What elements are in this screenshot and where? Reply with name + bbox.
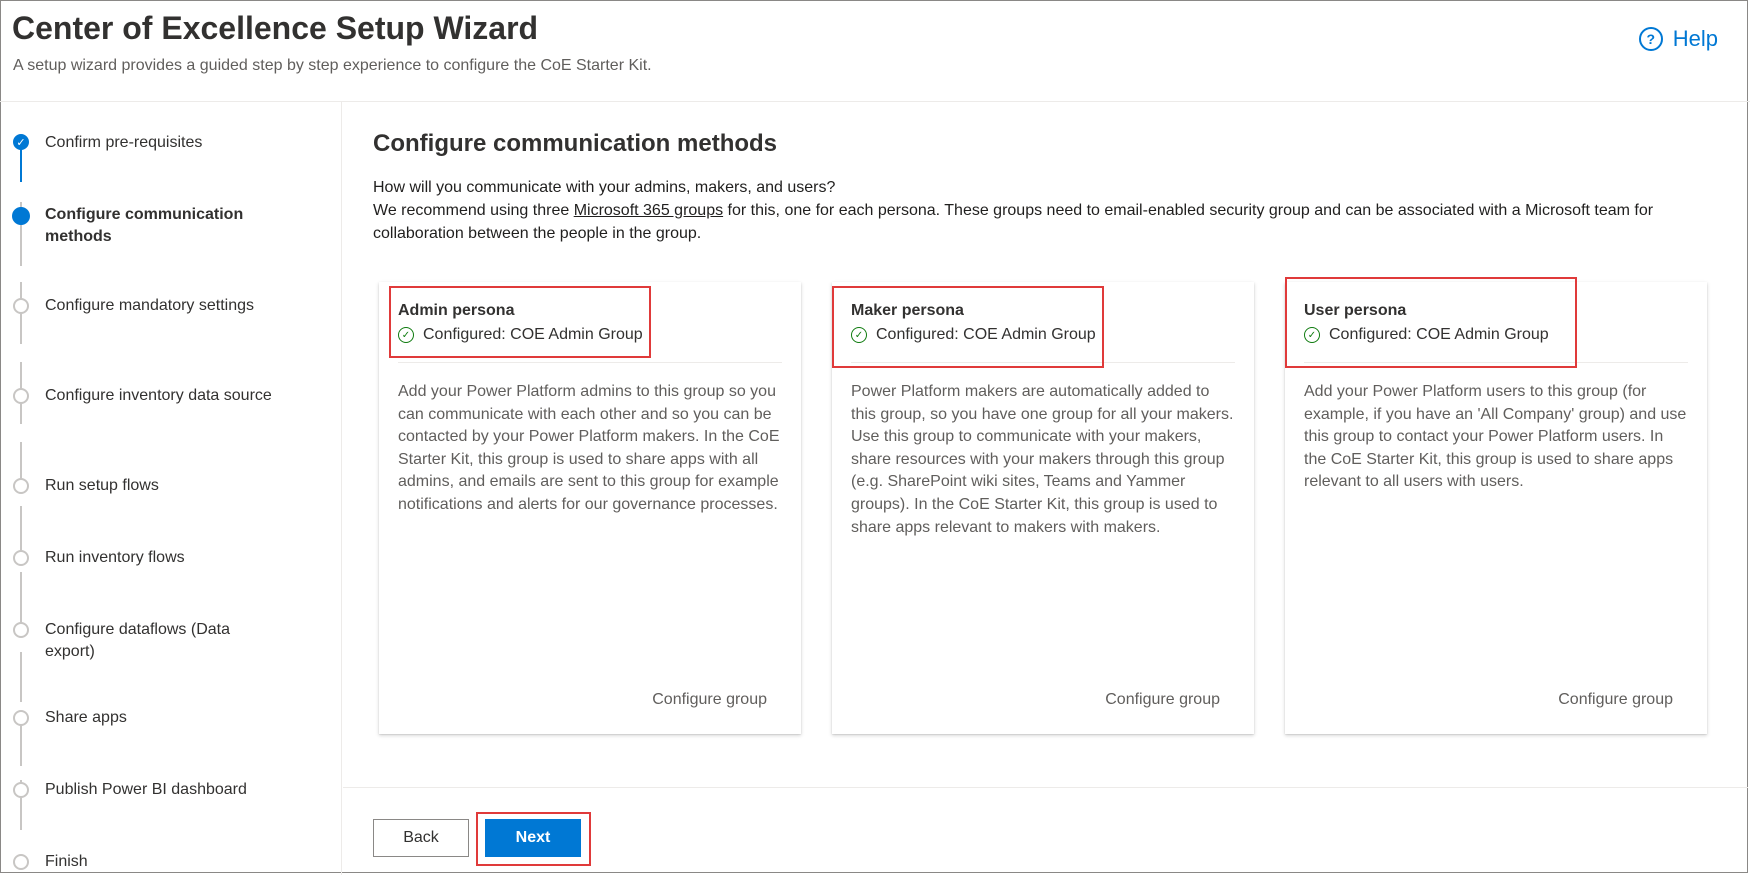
highlight-box [832,286,1104,368]
step-circle-icon [13,782,29,798]
section-heading: Configure communication methods [373,130,778,157]
intro-prefix: We recommend using three [373,202,574,219]
step-label: Run setup flows [45,477,159,494]
step-label: Run inventory flows [45,549,185,566]
step-circle-icon [13,478,29,494]
help-icon: ? [1638,27,1663,51]
step-connector [20,506,22,556]
step-circle-icon [13,388,29,404]
current-step-icon [12,207,30,225]
highlight-box [1285,277,1577,368]
card-description: Add your Power Platform users to this gr… [1304,383,1687,491]
configure-group-button[interactable]: Configure group [1105,691,1220,709]
step-circle-icon [13,622,29,638]
step-label: Confirm pre-requisites [45,134,203,151]
help-link[interactable]: ? Help [1638,26,1718,52]
highlight-box [389,286,651,358]
checkmark-icon: ✓ [13,134,29,150]
page-header: Center of Excellence Setup Wizard A setu… [0,0,1750,102]
card-divider [398,362,782,363]
wizard-steps: ✓ Confirm pre-requisites Configure commu… [0,102,342,875]
back-button[interactable]: Back [373,819,469,857]
configure-group-button[interactable]: Configure group [652,691,767,709]
step-label: Finish [45,853,88,870]
step-connector [20,652,22,702]
section-intro: How will you communicate with your admin… [373,176,1733,245]
card-description: Add your Power Platform admins to this g… [398,383,780,513]
step-label: Share apps [45,709,127,726]
main-content: Configure communication methods How will… [343,102,1748,786]
intro-question: How will you communicate with your admin… [373,179,836,196]
highlight-box [476,812,591,866]
step-label: Configure inventory data source [45,387,272,404]
step-circle-icon [13,298,29,314]
step-label: Publish Power BI dashboard [45,781,247,798]
step-circle-icon [13,854,29,870]
page-title: Center of Excellence Setup Wizard [12,10,539,46]
help-label: Help [1672,26,1718,51]
intro-recommendation: We recommend using three Microsoft 365 g… [373,199,1733,245]
configure-group-button[interactable]: Configure group [1558,691,1673,709]
step-label: Configure dataflows (Data export) [45,621,230,660]
card-description: Power Platform makers are automatically … [851,383,1234,536]
step-label: Configure communication methods [45,206,244,245]
page-subtitle: A setup wizard provides a guided step by… [13,57,652,74]
step-circle-icon [13,550,29,566]
step-label: Configure mandatory settings [45,297,254,314]
wizard-footer: Back Next [343,787,1748,876]
microsoft-365-groups-link[interactable]: Microsoft 365 groups [574,202,723,219]
step-circle-icon [13,710,29,726]
